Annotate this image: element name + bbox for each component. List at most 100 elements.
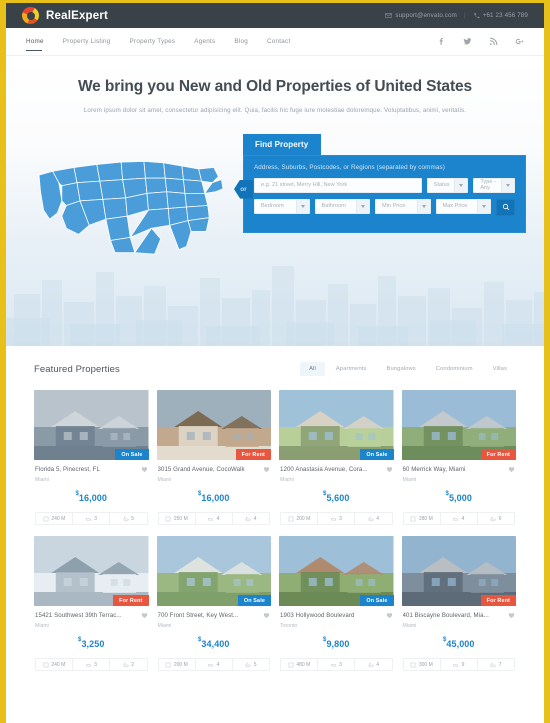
contact-phone[interactable]: +61 23 456 789 — [473, 12, 528, 19]
nav-item-contact[interactable]: Contact — [267, 32, 290, 51]
property-card[interactable]: For Rent 60 Merrick Way, Miami Miami $5,… — [401, 390, 516, 525]
bathroom-select-value: Bathroom — [321, 203, 346, 210]
address-input-placeholder: e.g. 21 street, Merry Hill, New York — [261, 182, 348, 189]
property-card[interactable]: On Sale Florida 5, Pinecrest, FL Miami $… — [34, 390, 149, 525]
nav-item-property-listing[interactable]: Property Listing — [63, 32, 111, 51]
heart-icon[interactable] — [386, 466, 393, 473]
property-thumbnail[interactable]: For Rent — [156, 390, 271, 460]
heart-icon[interactable] — [263, 612, 270, 619]
area-icon — [288, 516, 294, 521]
filter-bungalows[interactable]: Bungalows — [378, 362, 425, 376]
hero-heading: We bring you New and Old Properties of U… — [77, 78, 473, 95]
property-title-row: Florida 5, Pinecrest, FL — [35, 466, 148, 473]
property-specs: 240 M 3 5 — [35, 512, 148, 525]
property-title[interactable]: 1903 Hollywood Boulevard — [280, 612, 382, 619]
property-beds: 4 — [196, 659, 233, 670]
chevron-down-icon — [506, 183, 511, 187]
property-price: $16,000 — [197, 490, 230, 503]
property-grid-row-1: On Sale Florida 5, Pinecrest, FL Miami $… — [34, 390, 516, 525]
heart-icon[interactable] — [508, 612, 515, 619]
brand-logo[interactable]: RealExpert — [22, 7, 108, 24]
search-button[interactable] — [496, 198, 515, 216]
magnifier-icon — [502, 204, 509, 211]
property-card[interactable]: On Sale 1200 Anastasia Avenue, Cora... M… — [279, 390, 394, 525]
property-city: Miami — [402, 623, 417, 629]
property-area-value: 200 M — [173, 661, 188, 668]
filter-apartments[interactable]: Apartments — [327, 362, 376, 376]
google-plus-icon[interactable] — [515, 37, 524, 46]
filter-villas[interactable]: Villas — [484, 362, 516, 376]
property-title[interactable]: 1200 Anastasia Avenue, Cora... — [280, 466, 382, 473]
filter-condominium[interactable]: Condominium — [427, 362, 482, 376]
min-price-select[interactable]: Min Price — [375, 198, 431, 214]
property-title[interactable]: 60 Merrick Way, Miami — [403, 466, 505, 473]
property-thumbnail[interactable]: For Rent — [401, 390, 516, 460]
property-title[interactable]: 3015 Grand Avenue, CocoWalk — [158, 466, 260, 473]
featured-header: Featured Properties All Apartments Bunga… — [34, 362, 516, 376]
address-input[interactable]: e.g. 21 street, Merry Hill, New York — [254, 177, 422, 193]
property-title-row: 60 Merrick Way, Miami — [403, 466, 516, 473]
property-price: $9,800 — [323, 636, 350, 649]
heart-icon[interactable] — [508, 466, 515, 473]
property-area: 240 M — [36, 659, 74, 670]
facebook-icon[interactable] — [437, 37, 446, 46]
chevron-down-icon — [459, 183, 464, 187]
area-icon — [288, 662, 294, 667]
property-area-value: 300 M — [418, 661, 433, 668]
property-thumbnail[interactable]: On Sale — [34, 390, 149, 460]
contact-email[interactable]: support@envato.com — [385, 12, 457, 19]
nav-item-agents[interactable]: Agents — [194, 32, 215, 51]
bath-icon — [490, 516, 496, 521]
property-baths: 4 — [355, 659, 391, 670]
page-root: RealExpert support@envato.com | +61 23 4… — [0, 0, 550, 723]
filter-all[interactable]: All — [300, 362, 325, 376]
type-select[interactable]: Type - Any — [473, 177, 516, 193]
property-card[interactable]: For Rent 15421 Southwest 39th Terrac... … — [34, 536, 149, 671]
status-select-value: Status — [433, 182, 450, 189]
max-price-select[interactable]: Max Price — [435, 198, 491, 214]
heart-icon[interactable] — [141, 612, 148, 619]
heart-icon[interactable] — [141, 466, 148, 473]
social-links — [437, 37, 524, 46]
hero-subheading: Lorem ipsum dolor sit amet, consectetur … — [83, 107, 467, 114]
property-thumbnail[interactable]: On Sale — [156, 536, 271, 606]
property-thumbnail[interactable]: On Sale — [279, 390, 394, 460]
rss-icon[interactable] — [489, 37, 498, 46]
property-title[interactable]: Florida 5, Pinecrest, FL — [35, 466, 137, 473]
us-map[interactable] — [20, 134, 225, 273]
bed-icon — [453, 663, 459, 666]
property-card[interactable]: For Rent 3015 Grand Avenue, CocoWalk Mia… — [156, 390, 271, 525]
property-beds-value: 3 — [339, 661, 342, 668]
property-card[interactable]: For Rent 401 Biscayne Boulevard, Mia... … — [401, 536, 516, 671]
property-city: Miami — [35, 623, 49, 629]
find-property-panel: Find Property Address, Suburbs, Postcode… — [243, 133, 526, 233]
property-title[interactable]: 700 Front Street, Key West... — [158, 612, 260, 619]
envelope-icon — [385, 13, 393, 18]
bath-icon — [123, 662, 129, 667]
property-title[interactable]: 401 Biscayne Boulevard, Mia... — [403, 612, 505, 619]
property-details: 1903 Hollywood Boulevard Toronto $9,800 … — [279, 606, 394, 671]
property-thumbnail[interactable]: On Sale — [279, 536, 394, 606]
property-title[interactable]: 15421 Southwest 39th Terrac... — [35, 612, 137, 619]
bedroom-select[interactable]: Bedroom — [254, 198, 310, 214]
property-baths: 5 — [110, 513, 146, 524]
nav-item-home[interactable]: Home — [26, 32, 44, 51]
property-specs: 250 M 4 4 — [157, 512, 270, 525]
twitter-icon[interactable] — [463, 37, 472, 46]
nav-item-blog[interactable]: Blog — [234, 32, 248, 51]
property-specs: 200 M 3 4 — [280, 512, 393, 525]
property-thumbnail[interactable]: For Rent — [401, 536, 516, 606]
property-card[interactable]: On Sale 700 Front Street, Key West... Mi… — [156, 536, 271, 671]
status-select[interactable]: Status — [426, 177, 469, 193]
heart-icon[interactable] — [263, 466, 270, 473]
nav-item-property-types[interactable]: Property Types — [130, 32, 176, 51]
property-area: 200 M — [281, 513, 319, 524]
property-status-badge: On Sale — [360, 595, 394, 606]
property-card[interactable]: On Sale 1903 Hollywood Boulevard Toronto… — [279, 536, 394, 671]
bath-icon — [490, 662, 496, 667]
property-thumbnail[interactable]: For Rent — [34, 536, 149, 606]
property-beds: 4 — [441, 513, 478, 524]
property-area-value: 200 M — [296, 515, 311, 522]
bathroom-select[interactable]: Bathroom — [314, 198, 370, 214]
heart-icon[interactable] — [386, 612, 393, 619]
